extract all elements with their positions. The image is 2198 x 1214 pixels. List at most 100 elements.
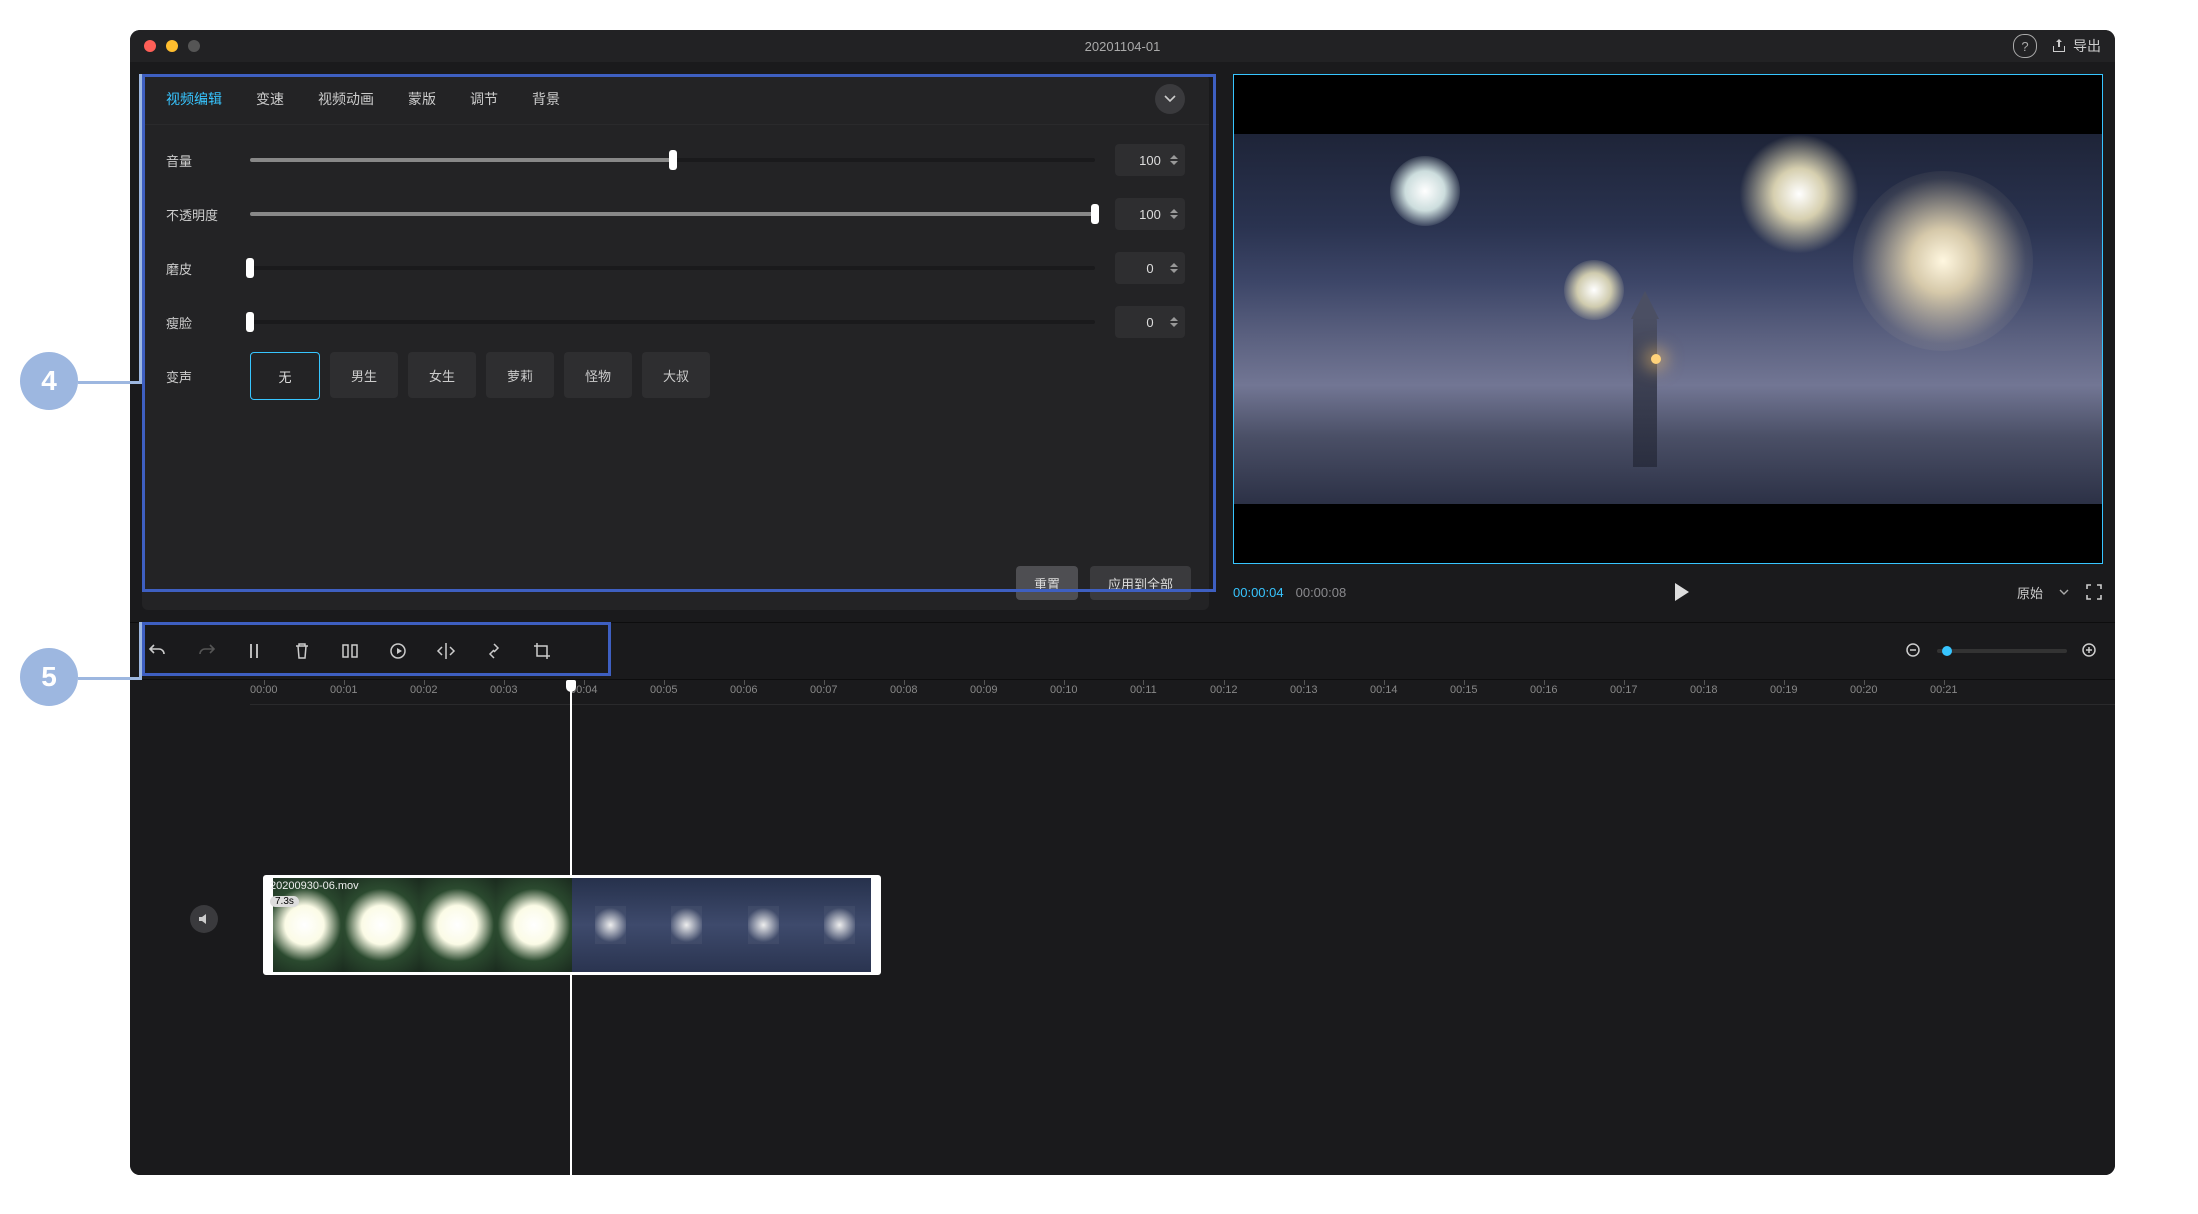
ruler-tick: 00:08 xyxy=(890,684,918,696)
row-opacity: 不透明度 100 xyxy=(166,187,1185,241)
tab-speed[interactable]: 变速 xyxy=(256,89,284,109)
stepper-icon[interactable] xyxy=(1170,317,1178,327)
crop-split-button[interactable] xyxy=(338,639,362,663)
project-title: 20201104-01 xyxy=(130,39,2115,54)
smooth-label: 磨皮 xyxy=(166,259,250,278)
panel-tabs: 视频编辑 变速 视频动画 蒙版 调节 背景 xyxy=(142,74,1209,125)
row-voice: 变声 无 男生 女生 萝莉 怪物 大叔 xyxy=(166,349,1185,403)
clip-filename: 20200930-06.mov xyxy=(270,880,359,892)
panel-footer: 重置 应用到全部 xyxy=(142,556,1209,610)
stepper-icon[interactable] xyxy=(1170,155,1178,165)
share-icon xyxy=(2051,38,2067,54)
video-clip[interactable]: 20200930-06.mov 7.3s xyxy=(263,875,881,975)
tab-mask[interactable]: 蒙版 xyxy=(408,89,436,109)
row-slim: 瘦脸 0 xyxy=(166,295,1185,349)
voice-opt-male[interactable]: 男生 xyxy=(330,352,398,398)
timeline[interactable]: 00:0000:0100:0200:0300:0400:0500:0600:07… xyxy=(130,680,2115,1175)
ruler-tick: 00:03 xyxy=(490,684,518,696)
smooth-value[interactable]: 0 xyxy=(1115,252,1185,284)
stepper-icon[interactable] xyxy=(1170,209,1178,219)
zoom-in-icon[interactable] xyxy=(2081,642,2099,660)
fullscreen-icon[interactable] xyxy=(2085,583,2103,601)
export-button[interactable]: 导出 xyxy=(2051,36,2101,56)
clip-handle-left[interactable] xyxy=(263,878,273,972)
ruler-tick: 00:18 xyxy=(1690,684,1718,696)
voice-opt-female[interactable]: 女生 xyxy=(408,352,476,398)
speaker-icon xyxy=(197,912,211,926)
ruler-tick: 00:11 xyxy=(1130,684,1157,696)
undo-button[interactable] xyxy=(146,639,170,663)
ruler-tick: 00:05 xyxy=(650,684,678,696)
play-button[interactable] xyxy=(1675,583,1689,601)
opacity-slider[interactable] xyxy=(250,212,1095,216)
window-controls xyxy=(144,40,200,52)
split-button[interactable] xyxy=(242,639,266,663)
track-mute-button[interactable] xyxy=(190,905,218,933)
slim-label: 瘦脸 xyxy=(166,313,250,332)
time-ruler[interactable]: 00:0000:0100:0200:0300:0400:0500:0600:07… xyxy=(250,680,2115,705)
slim-slider[interactable] xyxy=(250,320,1095,324)
voice-opt-none[interactable]: 无 xyxy=(250,352,320,400)
preview-controls: 00:00:04 00:00:08 原始 xyxy=(1233,574,2103,610)
video-frame xyxy=(1234,134,2102,505)
row-volume: 音量 100 xyxy=(166,133,1185,187)
clip-handle-right[interactable] xyxy=(871,878,881,972)
voice-opt-loli[interactable]: 萝莉 xyxy=(486,352,554,398)
row-smooth: 磨皮 0 xyxy=(166,241,1185,295)
app-window: 20201104-01 ? 导出 视频编辑 变速 视频动画 蒙版 调节 背景 xyxy=(130,30,2115,1175)
timeline-toolbar xyxy=(130,622,2115,680)
tab-background[interactable]: 背景 xyxy=(532,89,560,109)
ratio-label[interactable]: 原始 xyxy=(2017,583,2043,602)
ruler-tick: 00:16 xyxy=(1530,684,1558,696)
voice-opt-uncle[interactable]: 大叔 xyxy=(642,352,710,398)
opacity-value[interactable]: 100 xyxy=(1115,198,1185,230)
ruler-tick: 00:09 xyxy=(970,684,998,696)
video-preview[interactable] xyxy=(1233,74,2103,564)
ruler-tick: 00:15 xyxy=(1450,684,1478,696)
help-icon[interactable]: ? xyxy=(2013,34,2037,58)
chevron-down-icon[interactable] xyxy=(2059,589,2069,596)
titlebar: 20201104-01 ? 导出 xyxy=(130,30,2115,62)
opacity-label: 不透明度 xyxy=(166,205,250,224)
collapse-panel-button[interactable] xyxy=(1155,84,1185,114)
export-label: 导出 xyxy=(2073,36,2101,56)
rotate-button[interactable] xyxy=(482,639,506,663)
redo-button[interactable] xyxy=(194,639,218,663)
volume-slider[interactable] xyxy=(250,158,1095,162)
voice-label: 变声 xyxy=(166,367,250,386)
smooth-slider[interactable] xyxy=(250,266,1095,270)
properties-panel: 视频编辑 变速 视频动画 蒙版 调节 背景 音量 xyxy=(142,74,1209,610)
ruler-tick: 00:12 xyxy=(1210,684,1238,696)
ruler-tick: 00:02 xyxy=(410,684,438,696)
apply-all-button[interactable]: 应用到全部 xyxy=(1090,566,1191,600)
crop-button[interactable] xyxy=(530,639,554,663)
mirror-button[interactable] xyxy=(434,639,458,663)
volume-value[interactable]: 100 xyxy=(1115,144,1185,176)
zoom-out-icon[interactable] xyxy=(1905,642,1923,660)
stepper-icon[interactable] xyxy=(1170,263,1178,273)
speed-button[interactable] xyxy=(386,639,410,663)
ruler-tick: 00:20 xyxy=(1850,684,1878,696)
time-current: 00:00:04 xyxy=(1233,585,1284,600)
tab-adjust[interactable]: 调节 xyxy=(470,89,498,109)
reset-button[interactable]: 重置 xyxy=(1016,566,1078,600)
tab-video-edit[interactable]: 视频编辑 xyxy=(166,89,222,109)
ruler-tick: 00:01 xyxy=(330,684,358,696)
clip-thumbnails xyxy=(266,878,878,972)
callout-5: 5 xyxy=(20,648,78,706)
time-total: 00:00:08 xyxy=(1296,585,1347,600)
maximize-window-icon[interactable] xyxy=(188,40,200,52)
minimize-window-icon[interactable] xyxy=(166,40,178,52)
slim-value[interactable]: 0 xyxy=(1115,306,1185,338)
delete-button[interactable] xyxy=(290,639,314,663)
properties-rows: 音量 100 不透明度 xyxy=(142,125,1209,556)
track-area[interactable]: 20200930-06.mov 7.3s xyxy=(130,705,2115,1135)
zoom-slider[interactable] xyxy=(1937,649,2067,653)
callout-4: 4 xyxy=(20,352,78,410)
callout-number: 5 xyxy=(20,648,78,706)
tab-animation[interactable]: 视频动画 xyxy=(318,89,374,109)
ruler-tick: 00:07 xyxy=(810,684,838,696)
close-window-icon[interactable] xyxy=(144,40,156,52)
chevron-down-icon xyxy=(1164,95,1176,103)
voice-opt-monster[interactable]: 怪物 xyxy=(564,352,632,398)
